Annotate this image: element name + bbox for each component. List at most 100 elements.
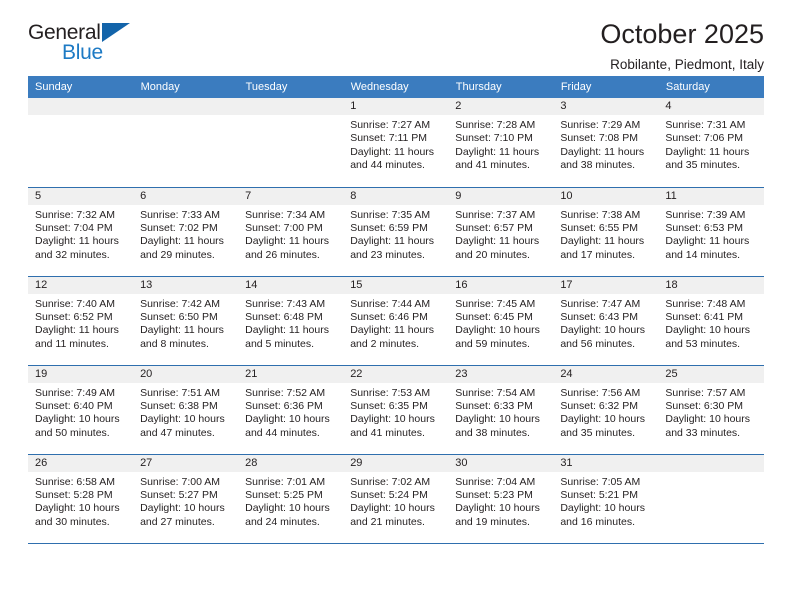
daylight-text-line2: and 21 minutes. — [350, 515, 425, 528]
day-details: Sunrise: 7:38 AM Sunset: 6:55 PM Daylight:… — [553, 205, 658, 263]
sunrise-text: Sunrise: 7:34 AM — [245, 208, 326, 221]
calendar-cell-day-31[interactable]: 31 Sunrise: 7:05 AM Sunset: 5:21 PM Dayligh… — [553, 454, 659, 544]
calendar-page: General Blue October 2025 Robilante, Pie… — [0, 0, 792, 612]
daylight-text-line1: Daylight: 11 hours — [140, 324, 224, 337]
calendar-cell-day-26[interactable]: 26 Sunrise: 6:58 AM Sunset: 5:28 PM Dayligh… — [28, 454, 134, 544]
calendar-cell-day-3[interactable]: 3 Sunrise: 7:29 AM Sunset: 7:08 PM Daylight… — [553, 98, 659, 188]
day-details: Sunrise: 6:58 AM Sunset: 5:28 PM Daylight:… — [28, 472, 133, 530]
day-number: 8 — [343, 187, 449, 205]
calendar-cell-day-25[interactable]: 25 Sunrise: 7:57 AM Sunset: 6:30 PM Dayligh… — [658, 365, 764, 455]
cell-inner: 21 Sunrise: 7:52 AM Sunset: 6:36 PM Dayligh… — [238, 365, 344, 454]
calendar-cell-day-6[interactable]: 6 Sunrise: 7:33 AM Sunset: 7:02 PM Daylight… — [133, 187, 239, 277]
calendar-cell-day-14[interactable]: 14 Sunrise: 7:43 AM Sunset: 6:48 PM Dayligh… — [238, 276, 344, 366]
cell-inner: 2 Sunrise: 7:28 AM Sunset: 7:10 PM Daylight… — [448, 98, 554, 187]
day-details: Sunrise: 7:05 AM Sunset: 5:21 PM Daylight:… — [553, 472, 658, 530]
day-details: Sunrise: 7:57 AM Sunset: 6:30 PM Daylight:… — [658, 383, 763, 441]
day-details: Sunrise: 7:00 AM Sunset: 5:27 PM Daylight:… — [133, 472, 238, 530]
daylight-text-line2: and 50 minutes. — [35, 426, 110, 439]
weekday-header-tuesday: Tuesday — [238, 76, 344, 98]
cell-inner: 25 Sunrise: 7:57 AM Sunset: 6:30 PM Dayligh… — [658, 365, 764, 454]
day-number: 26 — [28, 454, 134, 472]
day-number: 21 — [238, 365, 344, 383]
calendar-cell-day-22[interactable]: 22 Sunrise: 7:53 AM Sunset: 6:35 PM Dayligh… — [343, 365, 449, 455]
day-number — [658, 454, 764, 472]
calendar-cell-day-20[interactable]: 20 Sunrise: 7:51 AM Sunset: 6:38 PM Dayligh… — [133, 365, 239, 455]
calendar-cell-day-30[interactable]: 30 Sunrise: 7:04 AM Sunset: 5:23 PM Dayligh… — [448, 454, 554, 544]
day-number: 22 — [343, 365, 449, 383]
day-details: Sunrise: 7:42 AM Sunset: 6:50 PM Daylight:… — [133, 294, 238, 352]
cell-inner: 11 Sunrise: 7:39 AM Sunset: 6:53 PM Dayligh… — [658, 187, 764, 276]
calendar-cell-day-29[interactable]: 29 Sunrise: 7:02 AM Sunset: 5:24 PM Dayligh… — [343, 454, 449, 544]
daylight-text-line2: and 53 minutes. — [665, 337, 741, 350]
calendar-cell-day-17[interactable]: 17 Sunrise: 7:47 AM Sunset: 6:43 PM Dayligh… — [553, 276, 659, 366]
sunrise-text: Sunrise: 7:28 AM — [455, 119, 536, 131]
calendar-cell-day-7[interactable]: 7 Sunrise: 7:34 AM Sunset: 7:00 PM Daylight… — [238, 187, 344, 277]
day-number: 17 — [553, 276, 659, 294]
daylight-text-line1: Daylight: 10 hours — [455, 413, 540, 426]
cell-inner: 5 Sunrise: 7:32 AM Sunset: 7:04 PM Daylight… — [28, 187, 134, 276]
calendar-cell-day-11[interactable]: 11 Sunrise: 7:39 AM Sunset: 6:53 PM Dayligh… — [658, 187, 764, 277]
calendar-cell-day-5[interactable]: 5 Sunrise: 7:32 AM Sunset: 7:04 PM Daylight… — [28, 187, 134, 277]
cell-inner: 28 Sunrise: 7:01 AM Sunset: 5:25 PM Dayligh… — [238, 454, 344, 543]
calendar-cell-day-9[interactable]: 9 Sunrise: 7:37 AM Sunset: 6:57 PM Daylight… — [448, 187, 554, 277]
calendar-cell-day-4[interactable]: 4 Sunrise: 7:31 AM Sunset: 7:06 PM Daylight… — [658, 98, 764, 188]
calendar-cell-day-13[interactable]: 13 Sunrise: 7:42 AM Sunset: 6:50 PM Dayligh… — [133, 276, 239, 366]
sunrise-text: Sunrise: 7:37 AM — [455, 208, 536, 221]
calendar-cell-day-28[interactable]: 28 Sunrise: 7:01 AM Sunset: 5:25 PM Dayligh… — [238, 454, 344, 544]
calendar-cell-day-10[interactable]: 10 Sunrise: 7:38 AM Sunset: 6:55 PM Dayligh… — [553, 187, 659, 277]
cell-inner: 22 Sunrise: 7:53 AM Sunset: 6:35 PM Dayligh… — [343, 365, 449, 454]
calendar-cell-day-21[interactable]: 21 Sunrise: 7:52 AM Sunset: 6:36 PM Dayligh… — [238, 365, 344, 455]
daylight-text-line1: Daylight: 10 hours — [35, 502, 120, 515]
generalblue-logo[interactable]: General Blue — [28, 20, 140, 68]
sunrise-text: Sunrise: 7:04 AM — [455, 475, 536, 488]
calendar-cell-day-27[interactable]: 27 Sunrise: 7:00 AM Sunset: 5:27 PM Dayligh… — [133, 454, 239, 544]
day-details: Sunrise: 7:49 AM Sunset: 6:40 PM Daylight:… — [28, 383, 133, 441]
cell-inner: 3 Sunrise: 7:29 AM Sunset: 7:08 PM Daylight… — [553, 98, 659, 187]
calendar-cell-day-19[interactable]: 19 Sunrise: 7:49 AM Sunset: 6:40 PM Dayligh… — [28, 365, 134, 455]
day-number — [238, 98, 344, 115]
calendar-cell-day-1[interactable]: 1 Sunrise: 7:27 AM Sunset: 7:11 PM Daylight… — [343, 98, 449, 188]
sunset-text: Sunset: 6:59 PM — [350, 221, 428, 234]
daylight-text-line2: and 35 minutes. — [665, 159, 741, 172]
sunrise-text: Sunrise: 7:45 AM — [455, 297, 536, 310]
calendar-cell-day-24[interactable]: 24 Sunrise: 7:56 AM Sunset: 6:32 PM Dayligh… — [553, 365, 659, 455]
calendar-cell-empty — [133, 98, 239, 188]
sunrise-text: Sunrise: 7:35 AM — [350, 208, 431, 221]
day-details: Sunrise: 7:40 AM Sunset: 6:52 PM Daylight:… — [28, 294, 133, 352]
calendar-week-row: 5 Sunrise: 7:32 AM Sunset: 7:04 PM Daylight… — [28, 187, 764, 277]
sunset-text: Sunset: 7:08 PM — [560, 132, 638, 145]
sunset-text: Sunset: 6:40 PM — [35, 399, 113, 412]
calendar-cell-day-2[interactable]: 2 Sunrise: 7:28 AM Sunset: 7:10 PM Daylight… — [448, 98, 554, 188]
daylight-text-line2: and 38 minutes. — [455, 426, 530, 439]
day-number: 28 — [238, 454, 344, 472]
sunset-text: Sunset: 7:00 PM — [245, 221, 323, 234]
daylight-text-line1: Daylight: 10 hours — [140, 413, 225, 426]
calendar-cell-day-18[interactable]: 18 Sunrise: 7:48 AM Sunset: 6:41 PM Dayligh… — [658, 276, 764, 366]
page-header: General Blue October 2025 Robilante, Pie… — [28, 0, 764, 76]
sunrise-text: Sunrise: 7:01 AM — [245, 475, 326, 488]
calendar-cell-day-15[interactable]: 15 Sunrise: 7:44 AM Sunset: 6:46 PM Dayligh… — [343, 276, 449, 366]
day-number: 7 — [238, 187, 344, 205]
daylight-text-line1: Daylight: 11 hours — [560, 145, 645, 158]
calendar-cell-day-23[interactable]: 23 Sunrise: 7:54 AM Sunset: 6:33 PM Dayligh… — [448, 365, 554, 455]
day-number — [28, 98, 134, 115]
sunrise-text: Sunrise: 7:54 AM — [455, 386, 536, 399]
sunset-text: Sunset: 5:24 PM — [350, 488, 428, 501]
calendar-cell-day-8[interactable]: 8 Sunrise: 7:35 AM Sunset: 6:59 PM Daylight… — [343, 187, 449, 277]
daylight-text-line1: Daylight: 10 hours — [350, 502, 435, 515]
calendar-cell-day-16[interactable]: 16 Sunrise: 7:45 AM Sunset: 6:45 PM Dayligh… — [448, 276, 554, 366]
day-number: 13 — [133, 276, 239, 294]
daylight-text-line1: Daylight: 10 hours — [245, 502, 330, 515]
calendar-cell-day-12[interactable]: 12 Sunrise: 7:40 AM Sunset: 6:52 PM Dayligh… — [28, 276, 134, 366]
cell-inner — [133, 98, 239, 187]
day-details: Sunrise: 7:29 AM Sunset: 7:08 PM Daylight:… — [553, 115, 658, 173]
daylight-text-line1: Daylight: 11 hours — [455, 145, 540, 158]
sunset-text: Sunset: 5:21 PM — [560, 488, 638, 501]
cell-inner: 8 Sunrise: 7:35 AM Sunset: 6:59 PM Daylight… — [343, 187, 449, 276]
daylight-text-line2: and 32 minutes. — [35, 248, 110, 261]
day-details: Sunrise: 7:53 AM Sunset: 6:35 PM Daylight:… — [343, 383, 448, 441]
daylight-text-line1: Daylight: 11 hours — [350, 145, 435, 158]
sunset-text: Sunset: 6:30 PM — [665, 399, 744, 412]
sunrise-text: Sunrise: 7:47 AM — [560, 297, 641, 310]
daylight-text-line2: and 27 minutes. — [140, 515, 215, 528]
